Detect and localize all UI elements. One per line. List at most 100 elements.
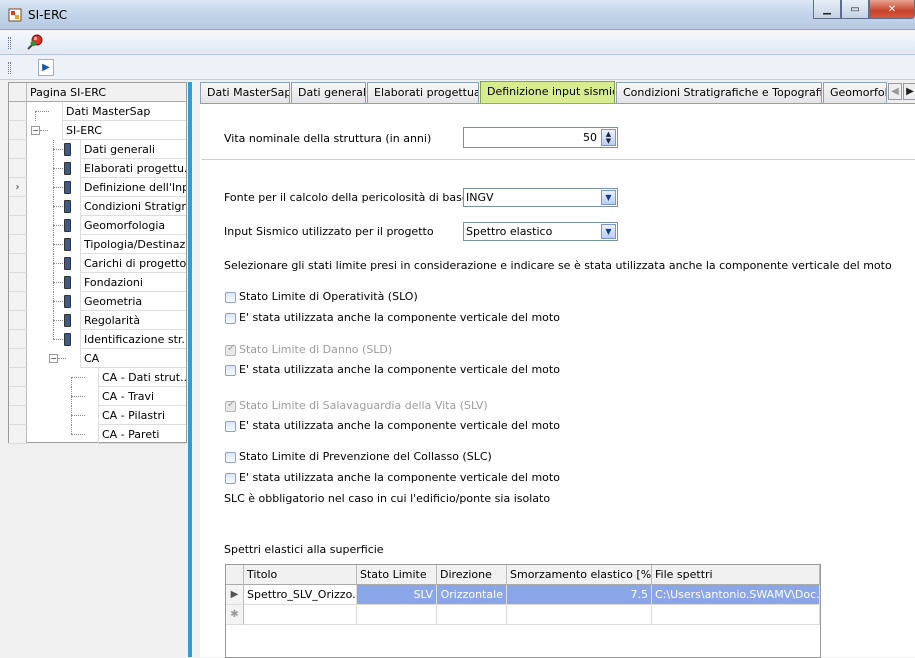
tree-item[interactable]: CA (80, 349, 186, 368)
tree-row-header[interactable] (9, 254, 27, 273)
tree-row-header[interactable] (9, 235, 27, 254)
new-row-cell[interactable] (244, 605, 357, 625)
tree-item[interactable]: Fondazioni (80, 273, 186, 292)
slo-vertical-checkbox[interactable] (225, 313, 236, 324)
close-button[interactable]: ✕ (869, 0, 915, 19)
table-row-direzione[interactable]: Orizzontale (437, 585, 507, 605)
new-row-cell[interactable] (357, 605, 437, 625)
spin-updown-icon[interactable]: ▲ ▼ (601, 129, 616, 146)
tree-row-header[interactable] (9, 311, 27, 330)
tree-row-header[interactable] (9, 292, 27, 311)
collapse-icon[interactable]: − (31, 126, 40, 135)
column-header-direzione[interactable]: Direzione (437, 565, 507, 585)
fonte-select[interactable]: INGV ▼ (463, 188, 618, 207)
tab-dati-mastersap[interactable]: Dati MasterSap (200, 82, 290, 103)
slc-label: Stato Limite di Prevenzione del Collasso… (239, 450, 492, 463)
slo-checkbox[interactable] (225, 292, 236, 303)
tree-row-header[interactable] (9, 140, 27, 159)
tab-scroll-left-icon[interactable]: ◀ (888, 83, 902, 100)
tree-line (58, 358, 66, 359)
tab-condizioni-stratigrafiche[interactable]: Condizioni Stratigrafiche e Topografiche (616, 82, 822, 103)
tree-item[interactable]: CA - Pilastri (98, 406, 186, 425)
tree-row-header[interactable] (9, 216, 27, 235)
tree-row-header[interactable] (9, 330, 27, 349)
document-icon (64, 295, 71, 308)
tab-definizione-input-sismico[interactable]: Definizione input sismico (480, 81, 615, 103)
tab-elaborati-progettuali[interactable]: Elaborati progettuali (367, 82, 479, 103)
arrow-right-icon[interactable]: ▶ (38, 59, 54, 76)
chevron-down-icon[interactable]: ▼ (601, 190, 616, 205)
minimize-button[interactable]: ▁ (813, 0, 841, 19)
tree-item[interactable]: CA - Dati strut... (98, 368, 186, 387)
new-row-cell[interactable] (507, 605, 652, 625)
sld-label: Stato Limite di Danno (SLD) (239, 343, 393, 356)
tree-item[interactable]: Carichi di progetto... (80, 254, 186, 273)
tree-row-header[interactable] (9, 102, 27, 121)
tree-row-header[interactable] (9, 273, 27, 292)
slv-vertical-checkbox[interactable] (225, 421, 236, 432)
row-selector-icon[interactable]: ▶ (226, 585, 244, 605)
sld-vertical-label: E' stata utilizzata anche la componente … (239, 363, 560, 376)
tab-geomorfologia[interactable]: Geomorfolo (823, 82, 887, 103)
tree-row-header[interactable] (9, 387, 27, 406)
fonte-value: INGV (466, 191, 494, 204)
tree-item[interactable]: Dati generali (80, 140, 186, 159)
column-header-smorzamento[interactable]: Smorzamento elastico [%] (507, 565, 652, 585)
tree-item[interactable]: Elaborati progettu... (80, 159, 186, 178)
chevron-down-icon[interactable]: ▼ (601, 224, 616, 239)
tree-item[interactable]: Dati MasterSap (62, 102, 186, 121)
slv-checkbox[interactable] (225, 399, 236, 412)
tab-scroll-right-icon[interactable]: ▶ (903, 83, 915, 100)
tree-row-header[interactable] (9, 368, 27, 387)
tab-dati-generali[interactable]: Dati generali (291, 82, 366, 103)
tree-row-header[interactable]: › (9, 178, 27, 197)
tree-item[interactable]: Definizione dell'Inp... (80, 178, 186, 197)
column-header-titolo[interactable]: Titolo (244, 565, 357, 585)
tree-item[interactable]: SI-ERC (62, 121, 186, 140)
tree-item[interactable]: Identificazione str... (80, 330, 186, 349)
tree-row-header[interactable] (9, 425, 27, 444)
slc-vertical-checkbox[interactable] (225, 473, 236, 484)
fonte-label: Fonte per il calcolo della pericolosità … (224, 191, 469, 204)
tree-row-header[interactable] (9, 197, 27, 216)
slc-checkbox[interactable] (225, 452, 236, 463)
column-header-stato-limite[interactable]: Stato Limite (357, 565, 437, 585)
grid-corner (226, 565, 244, 585)
new-row-cell[interactable] (652, 605, 820, 625)
collapse-icon[interactable]: − (49, 354, 58, 363)
tree-row-header[interactable] (9, 349, 27, 368)
sld-checkbox[interactable] (225, 343, 236, 356)
toolbar-grip[interactable] (8, 37, 11, 49)
vita-stepper[interactable]: 50 ▲ ▼ (463, 127, 618, 148)
tree-line (53, 301, 63, 302)
tree-item[interactable]: CA - Pareti (98, 425, 186, 444)
tree-line (35, 111, 49, 112)
tree-item[interactable]: CA - Travi (98, 387, 186, 406)
toolbar-grip[interactable] (8, 62, 11, 74)
tree-item[interactable]: Regolarità (80, 311, 186, 330)
column-header-file-spettri[interactable]: File spettri (652, 565, 820, 585)
pin-icon[interactable] (26, 33, 44, 51)
new-row-icon[interactable]: ✱ (226, 605, 244, 625)
tree-row-header[interactable] (9, 121, 27, 140)
table-row-smorzamento[interactable]: 7.5 (507, 585, 652, 605)
tree-item[interactable]: Tipologia/Destinazi... (80, 235, 186, 254)
maximize-button[interactable]: ▭ (841, 0, 869, 19)
splitter[interactable] (188, 82, 192, 657)
document-icon (64, 143, 71, 156)
table-row-file-spettri[interactable]: C:\Users\antonio.SWAMV\Doc... (652, 585, 820, 605)
tree-item[interactable]: Condizioni Stratigr... (80, 197, 186, 216)
table-row-titolo[interactable]: Spettro_SLV_Orizzo... (244, 585, 357, 605)
sld-vertical-checkbox[interactable] (225, 365, 236, 376)
new-row-cell[interactable] (437, 605, 507, 625)
table-row-stato-limite[interactable]: SLV (357, 585, 437, 605)
tree-row-header[interactable] (9, 159, 27, 178)
tree-row-header[interactable] (9, 406, 27, 425)
document-icon (64, 162, 71, 175)
tree-line (71, 415, 85, 416)
tree-item[interactable]: Geometria (80, 292, 186, 311)
tab-strip: Dati MasterSap Dati generali Elaborati p… (200, 81, 915, 103)
input-select[interactable]: Spettro elastico ▼ (463, 222, 618, 241)
tree-item[interactable]: Geomorfologia (80, 216, 186, 235)
document-icon (64, 314, 71, 327)
